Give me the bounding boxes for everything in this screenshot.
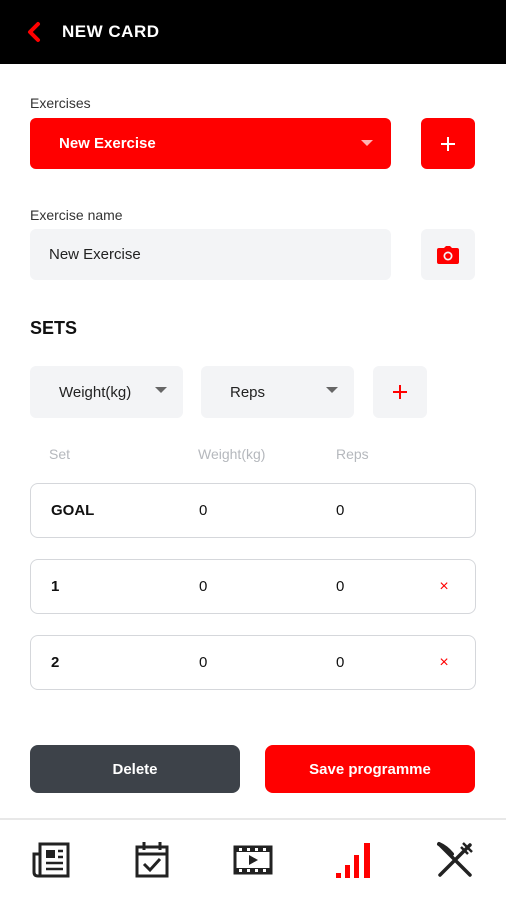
exercises-label: Exercises [30, 95, 91, 111]
tab-calendar[interactable] [122, 830, 182, 890]
reps-value: Reps [230, 383, 266, 401]
exercise-select[interactable]: New Exercise [30, 118, 391, 169]
tab-stats[interactable] [324, 830, 384, 890]
sets-title: SETS [30, 318, 78, 338]
chevron-down-icon [155, 387, 167, 393]
newspaper-icon [32, 842, 70, 878]
save-programme-button[interactable]: Save programme [265, 745, 475, 793]
bottom-tab-bar [0, 818, 506, 900]
set-label: GOAL [51, 502, 95, 519]
exercise-name-label: Exercise name [30, 207, 123, 223]
back-button[interactable] [10, 0, 58, 64]
remove-set-button[interactable]: × [431, 574, 457, 600]
set-label: 1 [51, 578, 60, 595]
delete-button[interactable]: Delete [30, 745, 240, 793]
bar-chart-icon [336, 843, 371, 878]
plus-icon [441, 136, 455, 151]
weight-unit-value: Weight(kg) [59, 383, 132, 401]
chevron-down-icon [361, 140, 373, 146]
chevron-down-icon [326, 387, 338, 393]
tab-videos[interactable] [223, 830, 283, 890]
fork-knife-icon [437, 842, 474, 877]
set-row-2[interactable]: 2 0 0 × [30, 635, 476, 690]
weight-unit-dropdown[interactable]: Weight(kg) [30, 366, 183, 418]
add-exercise-button[interactable] [421, 118, 475, 169]
calendar-check-icon [135, 842, 169, 878]
add-column-button[interactable] [373, 366, 427, 418]
page-title: NEW CARD [62, 22, 160, 41]
column-header-reps: Reps [336, 446, 369, 462]
set-label: 2 [51, 654, 60, 671]
set-row-1[interactable]: 1 0 0 × [30, 559, 476, 614]
exercise-name-input[interactable] [30, 229, 391, 280]
weight-value[interactable]: 0 [199, 560, 207, 613]
reps-value[interactable]: 0 [336, 636, 344, 689]
weight-value[interactable]: 0 [199, 636, 207, 689]
reps-value[interactable]: 0 [336, 484, 344, 537]
reps-dropdown[interactable]: Reps [201, 366, 354, 418]
weight-value[interactable]: 0 [199, 484, 207, 537]
add-photo-button[interactable] [421, 229, 475, 280]
chevron-left-icon [28, 22, 40, 42]
app-header: NEW CARD [0, 0, 506, 64]
tab-news[interactable] [21, 830, 81, 890]
tab-nutrition[interactable] [425, 830, 485, 890]
set-row-goal[interactable]: GOAL 0 0 [30, 483, 476, 538]
reps-value[interactable]: 0 [336, 560, 344, 613]
column-header-set: Set [49, 446, 71, 462]
plus-icon [393, 385, 407, 399]
video-icon [233, 845, 273, 875]
column-header-weight: Weight(kg) [198, 446, 266, 462]
remove-set-button[interactable]: × [431, 650, 457, 676]
camera-icon [437, 245, 459, 264]
close-icon: × [439, 654, 449, 671]
close-icon: × [439, 578, 449, 595]
exercise-select-value: New Exercise [59, 135, 156, 152]
